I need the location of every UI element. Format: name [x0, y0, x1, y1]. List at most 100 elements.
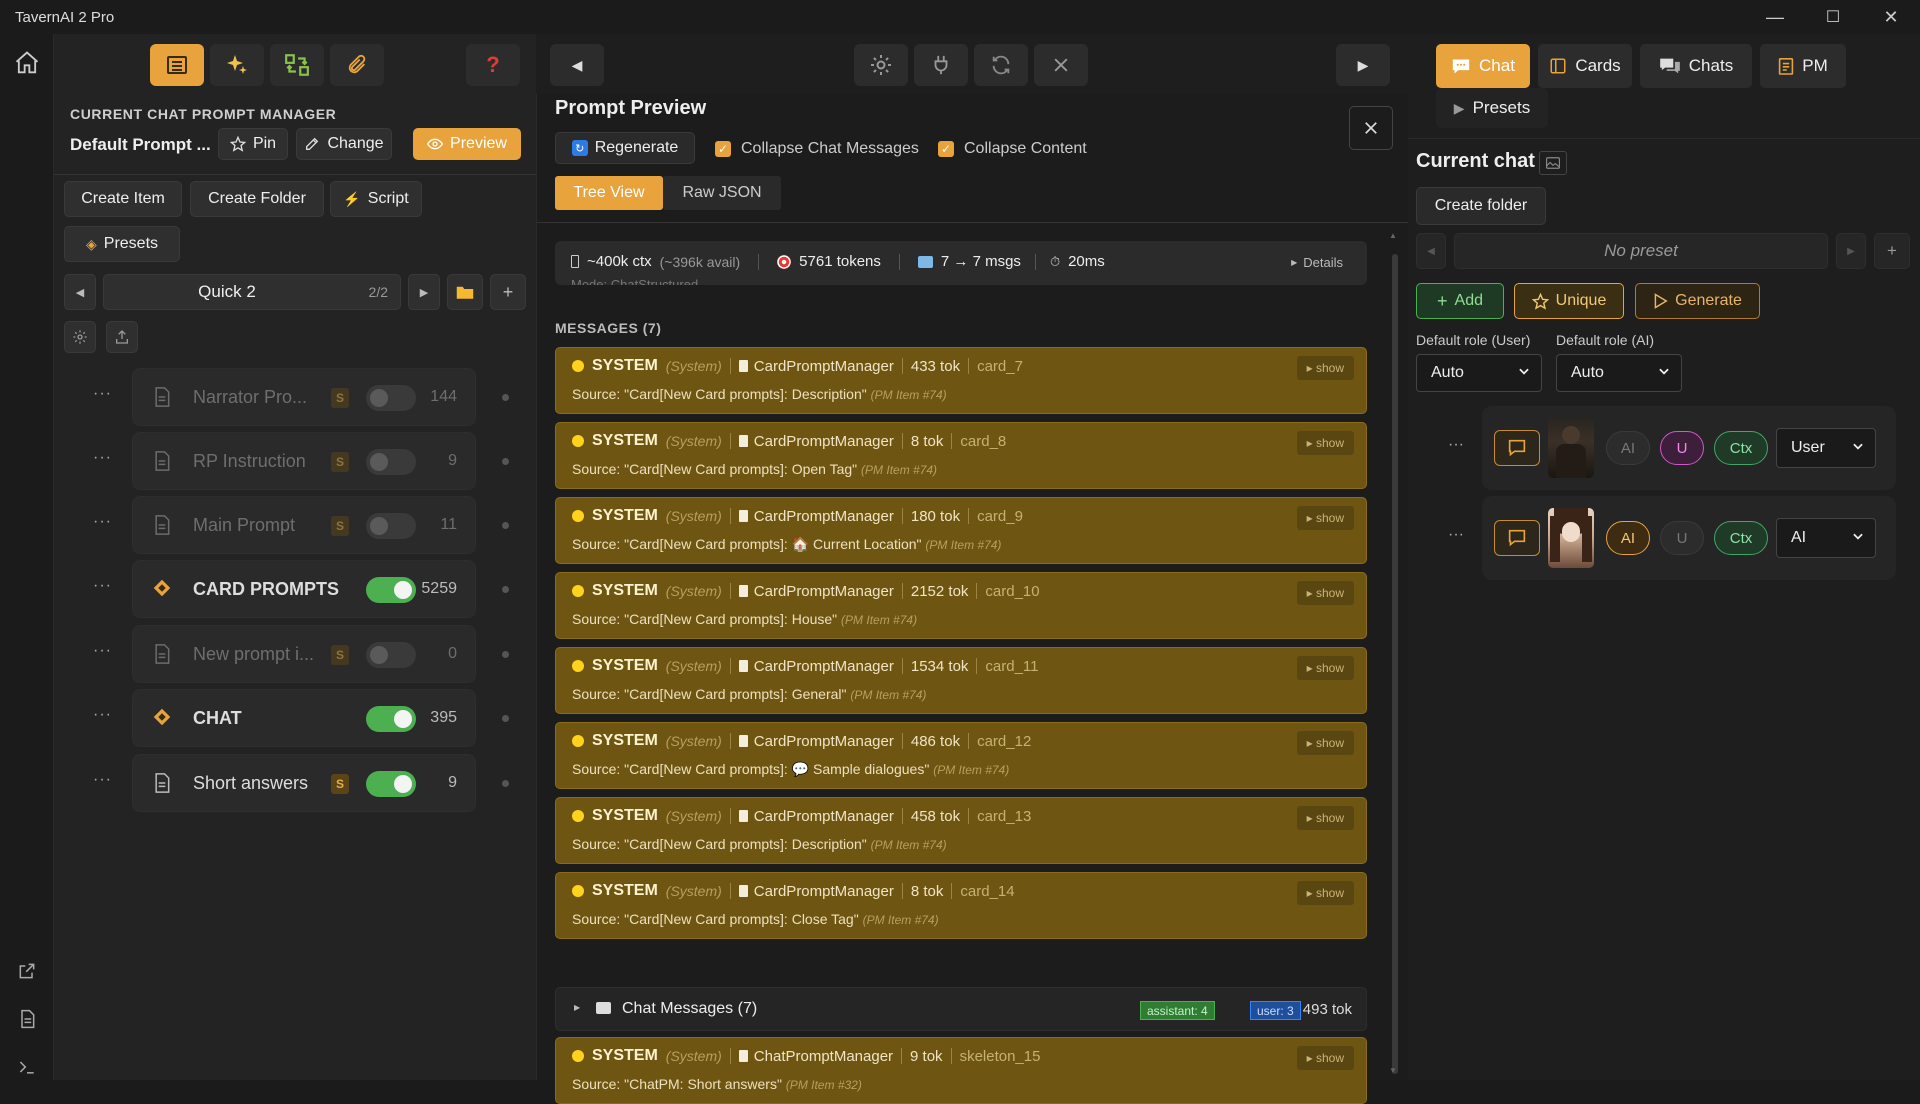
presets-button[interactable]: ◈ Presets [64, 226, 180, 262]
maximize-button[interactable]: ☐ [1804, 0, 1862, 34]
show-button[interactable]: ▸ show [1296, 731, 1354, 755]
avatar[interactable] [1548, 418, 1594, 478]
ai-toggle[interactable]: AI [1606, 431, 1650, 465]
collapse-chat-checkbox[interactable]: ✓ Collapse Chat Messages [715, 140, 919, 158]
close-window-button[interactable]: ✕ [1862, 0, 1920, 34]
collapse-content-checkbox[interactable]: ✓ Collapse Content [938, 140, 1087, 158]
chat-messages-group[interactable]: ▶ Chat Messages (7) assistant: 4 user: 3… [555, 987, 1367, 1031]
refresh-button[interactable] [974, 44, 1028, 86]
ctx-toggle[interactable]: Ctx [1714, 521, 1768, 555]
message-button[interactable] [1494, 430, 1540, 466]
quick-selector[interactable]: Quick 2 2/2 [103, 274, 401, 310]
create-item-button[interactable]: Create Item [64, 181, 182, 217]
drag-handle[interactable] [502, 522, 509, 529]
drag-handle[interactable] [502, 780, 509, 787]
preview-scrollbar[interactable] [1392, 254, 1398, 1074]
show-button[interactable]: ▸ show [1296, 356, 1354, 380]
more-icon[interactable]: ··· [93, 513, 112, 531]
tab-raw-json[interactable]: Raw JSON [663, 176, 781, 210]
prompt-list-button[interactable] [150, 44, 204, 86]
swap-button[interactable] [270, 44, 324, 86]
preset-prev-button[interactable]: ◀ [1416, 233, 1446, 269]
drag-handle[interactable] [502, 715, 509, 722]
generate-button[interactable]: Generate [1635, 283, 1760, 319]
preset-next-button[interactable]: ▶ [1836, 233, 1866, 269]
avatar[interactable] [1548, 508, 1594, 568]
drag-handle[interactable] [502, 586, 509, 593]
create-folder-button[interactable]: Create folder [1416, 187, 1546, 225]
message-button[interactable] [1494, 520, 1540, 556]
export-button[interactable] [106, 321, 138, 353]
more-icon[interactable]: ··· [1448, 436, 1464, 454]
scroll-down-icon[interactable]: ▼ [1389, 1066, 1397, 1075]
tab-cards[interactable]: Cards [1538, 44, 1632, 88]
unique-button[interactable]: Unique [1514, 283, 1624, 319]
external-link-icon[interactable] [12, 956, 42, 986]
pin-button[interactable]: Pin [218, 128, 288, 160]
preview-button[interactable]: Preview [413, 128, 521, 160]
add-participant-button[interactable]: + Add [1416, 283, 1504, 319]
user-toggle[interactable]: U [1660, 521, 1704, 555]
enable-toggle[interactable] [366, 513, 416, 539]
enable-toggle[interactable] [366, 577, 416, 603]
plug-button[interactable] [914, 44, 968, 86]
create-folder-button[interactable]: Create Folder [190, 181, 324, 217]
tab-pm[interactable]: PM [1760, 44, 1846, 88]
image-button[interactable] [1539, 151, 1567, 175]
user-toggle[interactable]: U [1660, 431, 1704, 465]
more-icon[interactable]: ··· [93, 449, 112, 467]
close-preview-button[interactable] [1349, 106, 1393, 150]
ai-toggle[interactable]: AI [1606, 521, 1650, 555]
show-button[interactable]: ▸ show [1296, 431, 1354, 455]
document-icon[interactable] [12, 1004, 42, 1034]
settings-small-button[interactable] [64, 321, 96, 353]
quick-add-button[interactable]: + [490, 274, 526, 310]
tab-tree-view[interactable]: Tree View [555, 176, 663, 210]
collapse-left-button[interactable]: ◀ [550, 44, 604, 86]
default-role-user-select[interactable]: Auto [1416, 354, 1542, 392]
enable-toggle[interactable] [366, 706, 416, 732]
prompt-row[interactable]: ··· RP Instruction S 9 [93, 432, 509, 490]
enable-toggle[interactable] [366, 385, 416, 411]
enable-toggle[interactable] [366, 449, 416, 475]
script-button[interactable]: ⚡ Script [330, 181, 422, 217]
collapse-right-button[interactable]: ▶ [1336, 44, 1390, 86]
stop-button[interactable] [1034, 44, 1088, 86]
tab-chats[interactable]: Chats [1640, 44, 1752, 88]
quick-next-button[interactable]: ▶ [408, 274, 440, 310]
ctx-toggle[interactable]: Ctx [1714, 431, 1768, 465]
participant-role-select[interactable]: AI [1776, 518, 1876, 558]
show-button[interactable]: ▸ show [1296, 1046, 1354, 1070]
show-button[interactable]: ▸ show [1296, 881, 1354, 905]
show-button[interactable]: ▸ show [1296, 656, 1354, 680]
prompt-row[interactable]: ··· Short answers S 9 [93, 754, 509, 812]
tab-chat[interactable]: Chat [1436, 44, 1530, 88]
prompt-row[interactable]: ··· Main Prompt S 11 [93, 496, 509, 554]
more-icon[interactable]: ··· [93, 706, 112, 724]
show-button[interactable]: ▸ show [1296, 581, 1354, 605]
prompt-row[interactable]: ··· New prompt i... S 0 [93, 625, 509, 683]
details-toggle[interactable]: ▶ Details [1291, 255, 1343, 270]
prompt-row[interactable]: ··· Narrator Pro... S 144 [93, 368, 509, 426]
quick-prev-button[interactable]: ◀ [64, 274, 96, 310]
more-icon[interactable]: ··· [93, 771, 112, 789]
settings-button[interactable] [854, 44, 908, 86]
drag-handle[interactable] [502, 651, 509, 658]
prompt-row[interactable]: ··· CHAT 395 [93, 689, 509, 747]
enable-toggle[interactable] [366, 771, 416, 797]
more-icon[interactable]: ··· [93, 385, 112, 403]
help-button[interactable]: ? [466, 44, 520, 86]
tab-presets[interactable]: ▶ Presets [1436, 88, 1548, 128]
enable-toggle[interactable] [366, 642, 416, 668]
more-icon[interactable]: ··· [93, 642, 112, 660]
default-role-ai-select[interactable]: Auto [1556, 354, 1682, 392]
minimize-button[interactable]: — [1746, 0, 1804, 34]
sparkle-button[interactable] [210, 44, 264, 86]
open-folder-button[interactable] [447, 274, 483, 310]
drag-handle[interactable] [502, 394, 509, 401]
regenerate-button[interactable]: ↻ Regenerate [555, 132, 695, 164]
participant-role-select[interactable]: User [1776, 428, 1876, 468]
scroll-up-icon[interactable]: ▲ [1389, 231, 1397, 240]
more-icon[interactable]: ··· [1448, 526, 1464, 544]
more-icon[interactable]: ··· [93, 577, 112, 595]
